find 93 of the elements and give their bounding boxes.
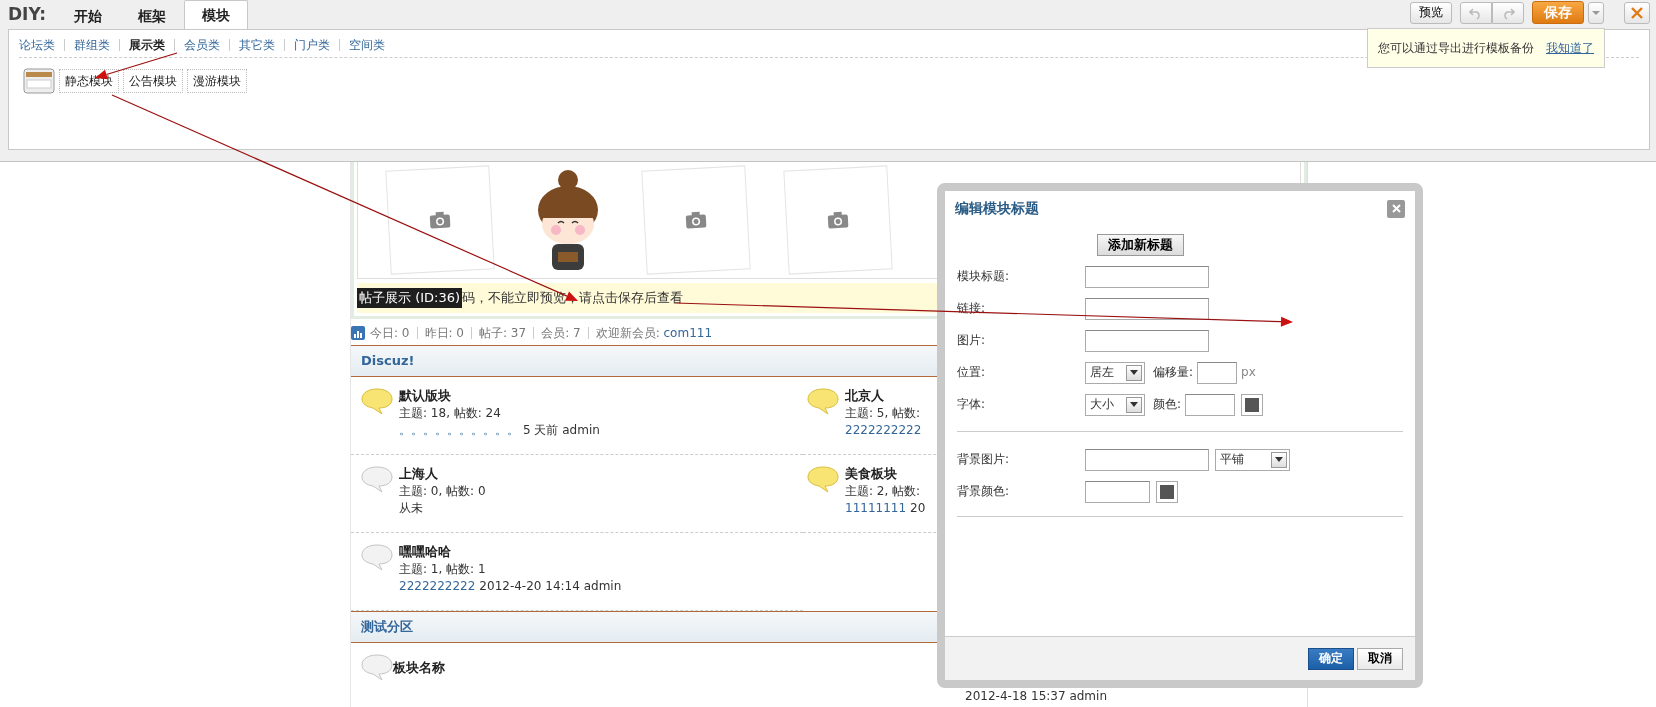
color-picker-button[interactable] <box>1241 393 1264 416</box>
last-post-info: 2012-4-18 15:37 admin <box>965 688 1107 705</box>
forum-name[interactable]: 上海人 <box>399 465 486 484</box>
toolbar-tab[interactable]: 框架 <box>120 2 184 29</box>
stat-value: 7 <box>573 326 581 340</box>
dropdown-field[interactable]: 平铺 <box>1215 448 1290 471</box>
forum-stats: 主题: 2, 帖数: <box>845 483 922 500</box>
window-icon <box>23 68 55 94</box>
field-label: 位置: <box>957 364 987 381</box>
last-post-link[interactable]: 2222222222 <box>399 578 476 595</box>
last-post-info: 从未 <box>399 500 423 517</box>
last-post-info: 20 <box>910 500 926 517</box>
stat-label: 今日: <box>370 326 400 340</box>
field-label: 模块标题: <box>957 268 1011 285</box>
field-label: 偏移量: <box>1153 364 1194 381</box>
last-post-link[interactable]: 2222222222 <box>845 422 922 439</box>
field-label: 颜色: <box>1153 396 1182 413</box>
toolbar-tab[interactable]: 开始 <box>56 2 120 29</box>
dismiss-link[interactable]: 我知道了 <box>1546 39 1594 57</box>
camera-icon <box>428 210 452 230</box>
dropdown-field[interactable]: 居左 <box>1085 361 1145 384</box>
forum-stats: 主题: 0, 帖数: 0 <box>399 483 486 500</box>
section-title: Discuz! <box>361 351 415 370</box>
category-link[interactable]: 门户类 <box>284 38 339 51</box>
notice-text: 码，不能立即预览，请点击保存后查看 <box>462 288 684 307</box>
module-button[interactable]: 漫游模块 <box>187 68 247 94</box>
field-label: 字体: <box>957 396 987 413</box>
module-id-label: 帖子展示 (ID:36) <box>357 287 463 309</box>
diy-label: DIY: <box>8 2 48 26</box>
field-label: 图片: <box>957 332 987 349</box>
forum-name[interactable]: 默认版块 <box>399 387 600 406</box>
cancel-button[interactable]: 取消 <box>1357 647 1403 670</box>
close-icon <box>1391 204 1401 214</box>
stat-label: 帖子: <box>479 326 509 340</box>
field-label: 背景图片: <box>957 451 1011 468</box>
forum-name[interactable]: 北京人 <box>845 387 922 406</box>
last-post-link[interactable]: 。。。。。。。。。。 <box>399 422 519 439</box>
close-icon <box>1631 6 1643 19</box>
redo-icon <box>1501 5 1515 20</box>
stat-value: 0 <box>401 326 410 340</box>
input-field[interactable] <box>1085 265 1209 288</box>
color-picker-button[interactable] <box>1156 480 1178 503</box>
last-post-info: 5 天前 admin <box>523 422 600 439</box>
camera-icon <box>826 210 850 230</box>
last-post-link[interactable]: 11111111 <box>845 500 907 517</box>
category-link[interactable]: 群组类 <box>64 38 119 51</box>
dialog-title: 编辑模块标题 <box>955 199 1039 218</box>
category-link[interactable]: 论坛类 <box>19 38 64 51</box>
camera-icon <box>684 210 708 230</box>
close-button[interactable] <box>1624 1 1650 24</box>
stat-label: 昨日: <box>424 326 454 340</box>
forum-name[interactable]: 嘿嘿哈哈 <box>399 543 622 562</box>
unit-label: px <box>1241 364 1256 381</box>
save-options-button[interactable] <box>1588 1 1604 24</box>
undo-icon <box>1469 5 1483 20</box>
input-field[interactable] <box>1085 448 1209 471</box>
redo-button[interactable] <box>1492 1 1524 24</box>
section-title: 测试分区 <box>361 617 413 636</box>
close-button[interactable] <box>1387 199 1405 218</box>
caret-icon <box>1275 457 1283 463</box>
input-field[interactable] <box>1197 361 1238 384</box>
forum-stats: 主题: 18, 帖数: 24 <box>399 405 502 422</box>
stat-label: 会员: <box>541 326 571 340</box>
field-label: 背景颜色: <box>957 483 1011 500</box>
input-field[interactable] <box>1085 329 1209 352</box>
forum-stats: 主题: 5, 帖数: <box>845 405 922 422</box>
category-link[interactable]: 会员类 <box>174 38 229 51</box>
add-title-button[interactable]: 添加新标题 <box>1097 233 1184 256</box>
caret-icon <box>1592 9 1600 16</box>
bar-chart-icon <box>351 326 365 340</box>
caret-icon <box>1130 402 1138 408</box>
last-post-info: 2012-4-20 14:14 admin <box>479 578 622 595</box>
forum-name[interactable]: 美食板块 <box>845 465 926 484</box>
input-field[interactable] <box>1085 297 1209 320</box>
preview-button[interactable]: 预览 <box>1410 1 1452 24</box>
stat-value: 0 <box>456 326 464 340</box>
stat-label: 欢迎新会员: <box>595 326 661 340</box>
input-field[interactable] <box>1085 480 1150 503</box>
member-link[interactable]: com111 <box>663 326 713 340</box>
module-button[interactable]: 公告模块 <box>123 68 183 94</box>
caret-icon <box>1130 370 1138 376</box>
undo-button[interactable] <box>1460 1 1492 24</box>
category-link[interactable]: 空间类 <box>339 38 394 51</box>
confirm-button[interactable]: 确定 <box>1308 647 1354 670</box>
forum-stats: 主题: 1, 帖数: 1 <box>399 561 487 578</box>
stat-value: 37 <box>510 326 527 340</box>
category-link[interactable]: 展示类 <box>119 38 174 51</box>
category-link[interactable]: 其它类 <box>229 38 284 51</box>
tooltip-text: 您可以通过导出进行模板备份 <box>1378 39 1534 57</box>
toolbar-tab[interactable]: 模块 <box>184 0 248 29</box>
forum-name[interactable]: 板块名称 <box>393 659 445 678</box>
input-field[interactable] <box>1185 393 1236 416</box>
dropdown-field[interactable]: 大小 <box>1085 393 1145 416</box>
